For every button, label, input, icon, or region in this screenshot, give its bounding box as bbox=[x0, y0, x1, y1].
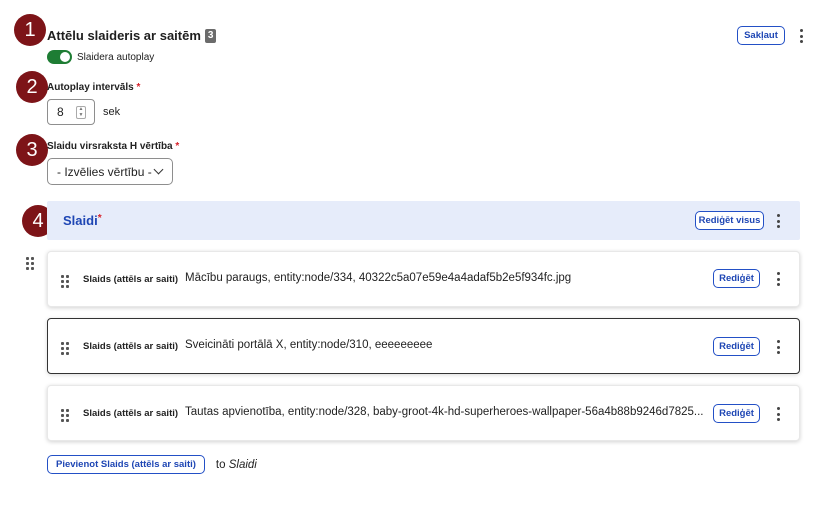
heading-select[interactable]: - Izvēlies vērtību - bbox=[47, 158, 173, 185]
interval-unit: sek bbox=[103, 106, 121, 118]
add-slide-row: Pievienot Slaids (attēls ar saiti) to Sl… bbox=[47, 455, 257, 474]
slide-type: Slaids (attēls ar saiti) bbox=[83, 408, 179, 419]
edit-slide-button[interactable]: Rediģēt bbox=[713, 269, 760, 288]
slide-description: Sveicināti portālā X, entity:node/310, e… bbox=[185, 339, 433, 351]
add-target-prefix: to bbox=[215, 458, 226, 471]
collapse-button[interactable]: Sakļaut bbox=[737, 26, 785, 45]
heading-select-label-text: Slaidu virsraksta H vērtība bbox=[47, 141, 173, 152]
slide-card: Slaids (attēls ar saiti) Tautas apvienot… bbox=[47, 385, 800, 441]
drag-handle-icon[interactable] bbox=[61, 342, 69, 355]
slides-section-title-text: Slaidi bbox=[63, 213, 98, 228]
drag-handle-icon[interactable] bbox=[26, 257, 34, 270]
spinner-arrows-icon[interactable]: ▲ ▼ bbox=[76, 106, 86, 119]
slide-description: Tautas apvienotība, entity:node/328, bab… bbox=[185, 406, 704, 418]
drag-handle-icon[interactable] bbox=[61, 275, 69, 288]
edit-slide-button[interactable]: Rediģēt bbox=[713, 404, 760, 423]
kebab-menu-icon[interactable] bbox=[776, 407, 780, 421]
add-target-text: to Slaidi bbox=[216, 459, 257, 471]
callout-1: 1 bbox=[14, 14, 46, 46]
autoplay-toggle[interactable] bbox=[47, 50, 72, 64]
add-target-name: Slaidi bbox=[228, 458, 257, 471]
slide-type: Slaids (attēls ar saiti) bbox=[83, 274, 179, 285]
required-marker: * bbox=[175, 141, 180, 152]
slide-card-active: Slaids (attēls ar saiti) Sveicināti port… bbox=[47, 318, 800, 374]
slide-description: Mācību paraugs, entity:node/334, 40322c5… bbox=[185, 272, 572, 284]
callout-2: 2 bbox=[16, 71, 48, 103]
interval-label: Autoplay intervāls * bbox=[47, 82, 140, 93]
slides-section-title: Slaidi* bbox=[63, 213, 102, 228]
drag-handle-icon[interactable] bbox=[61, 409, 69, 422]
widget-title-text: Attēlu slaideris ar saitēm bbox=[47, 28, 201, 43]
autoplay-toggle-label: Slaidera autoplay bbox=[77, 51, 155, 63]
autoplay-toggle-row: Slaidera autoplay bbox=[47, 50, 154, 64]
kebab-menu-icon[interactable] bbox=[776, 340, 780, 354]
required-marker: * bbox=[136, 82, 141, 93]
heading-select-value: - Izvēlies vērtību - bbox=[57, 164, 152, 179]
slide-type: Slaids (attēls ar saiti) bbox=[83, 341, 179, 352]
slide-card: Slaids (attēls ar saiti) Mācību paraugs,… bbox=[47, 251, 800, 307]
chevron-down-icon bbox=[153, 164, 164, 175]
count-badge: 3 bbox=[204, 28, 217, 43]
slides-section-header bbox=[47, 201, 800, 240]
add-slide-button[interactable]: Pievienot Slaids (attēls ar saiti) bbox=[47, 455, 205, 474]
heading-select-label: Slaidu virsraksta H vērtība * bbox=[47, 141, 179, 152]
kebab-menu-icon[interactable] bbox=[776, 272, 780, 286]
interval-label-text: Autoplay intervāls bbox=[47, 82, 134, 93]
interval-value: 8 bbox=[57, 105, 64, 119]
interval-input[interactable]: 8 ▲ ▼ bbox=[47, 99, 95, 125]
edit-slide-button[interactable]: Rediģēt bbox=[713, 337, 760, 356]
required-marker: * bbox=[97, 213, 102, 224]
kebab-menu-icon[interactable] bbox=[799, 29, 803, 43]
edit-all-button[interactable]: Rediģēt visus bbox=[695, 211, 764, 230]
callout-3: 3 bbox=[16, 134, 48, 166]
kebab-menu-icon[interactable] bbox=[776, 214, 780, 228]
widget-title: Attēlu slaideris ar saitēm 3 bbox=[47, 28, 217, 43]
